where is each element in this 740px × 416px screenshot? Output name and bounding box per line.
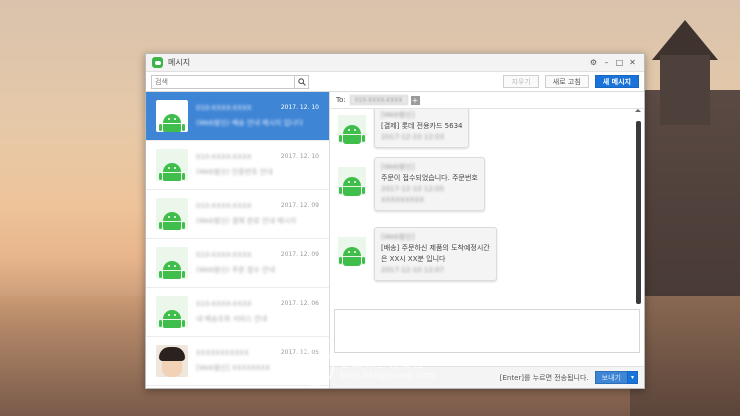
message-bubble[interactable]: [Web발신] [배송] 주문하신 제품의 도착예정시간 은 XX시 XX분 입… <box>374 227 497 281</box>
watermark-url: blog.hangyeong.com <box>340 370 435 381</box>
recipient-bar: To: 010-XXXX-XXXX + <box>330 92 644 109</box>
conversation-preview: (Web발신) 배송 안내 메시지 입니다 <box>196 119 303 127</box>
conversation-preview: (Web발신) 주문 접수 안내 <box>196 266 275 274</box>
watermark-title: 블로그한경닷컴 <box>340 355 425 370</box>
message-line: [결제] 롯데 전용카드 5634 <box>381 122 463 130</box>
conversation-list[interactable]: 010-XXXX-XXXX 2017. 12. 10 (Web발신) 배송 안내… <box>146 92 330 388</box>
add-recipient-button[interactable]: + <box>410 95 420 105</box>
settings-icon[interactable]: ⚙ <box>588 58 599 67</box>
android-icon <box>156 247 188 279</box>
android-icon <box>156 149 188 181</box>
refresh-button[interactable]: 새로 고침 <box>544 75 589 88</box>
conversation-preview: (Web발신) 인증번호 안내 <box>196 168 273 176</box>
conversation-name: 010-XXXX-XXXX <box>196 202 252 210</box>
send-options-chevron-icon[interactable]: ▾ <box>627 371 638 384</box>
message-line: 주문이 접수되었습니다. 주문번호 <box>381 174 478 182</box>
conversation-name: XXXXXXXXXXX <box>196 349 249 357</box>
messages-window: 메시지 ⚙ – □ ✕ 지우기 새로 고침 새 메시지 <box>145 53 645 389</box>
android-icon <box>156 100 188 132</box>
message-row: [Web발신] 주문이 접수되었습니다. 주문번호 2017-12-10 12:… <box>338 157 485 211</box>
message-line: [배송] 주문하신 제품의 도착예정시간 <box>381 244 490 252</box>
watermark: ㅎ 블로그한경닷컴 blog.hangyeong.com <box>296 348 435 386</box>
conversation-name: 010-XXXX-XXXX <box>196 300 252 308</box>
compose-input[interactable] <box>335 310 639 352</box>
window-title: 메시지 <box>168 58 191 67</box>
search-button[interactable] <box>294 75 308 88</box>
to-label: To: <box>336 96 346 104</box>
person-avatar <box>156 345 188 377</box>
background-castle-roof <box>652 20 718 60</box>
android-icon <box>156 296 188 328</box>
message-thread[interactable]: [Web발신] [결제] 롯데 전용카드 5634 2017-12-10 12:… <box>330 109 644 306</box>
send-hint: [Enter]를 누르면 전송됩니다. <box>499 373 589 382</box>
minimize-icon[interactable]: – <box>601 58 612 67</box>
scroll-up-arrow[interactable] <box>635 109 641 112</box>
conversation-preview: (Web발신) 결제 완료 안내 메시지 <box>196 217 297 225</box>
conversation-date: 2017. 12. 09 <box>280 202 319 209</box>
conversation-date: 2017. 12. 06 <box>280 300 319 307</box>
search-icon <box>297 77 306 86</box>
scrollbar[interactable] <box>636 113 641 304</box>
message-bubble[interactable]: [Web발신] 주문이 접수되었습니다. 주문번호 2017-12-10 12:… <box>374 157 485 211</box>
conversation-date: 2017. 12. 09 <box>280 251 319 258</box>
conversation-date: 2017. 12. 10 <box>280 153 319 160</box>
android-icon <box>338 237 366 266</box>
scrollbar-thumb[interactable] <box>636 121 641 304</box>
conversation-date: 2017. 12. 10 <box>280 104 319 111</box>
message-line: 2017-12-10 12:05 <box>381 185 445 193</box>
close-icon[interactable]: ✕ <box>627 58 638 67</box>
message-line: [Web발신] <box>381 163 415 171</box>
conversation-name: 010-XXXX-XXXX <box>196 251 252 259</box>
conversation-item[interactable]: 010-XXXX-XXXX 2017. 12. 09 (Web발신) 주문 접수… <box>146 239 329 288</box>
message-line: 2017-12-10 12:03 <box>381 133 445 141</box>
android-icon <box>338 167 366 196</box>
android-icon <box>338 115 366 144</box>
new-message-button[interactable]: 새 메시지 <box>594 75 639 88</box>
message-line: 2017-12-10 12:07 <box>381 266 445 274</box>
title-bar[interactable]: 메시지 ⚙ – □ ✕ <box>146 54 644 72</box>
search-input[interactable] <box>155 77 294 86</box>
send-button[interactable]: 보내기 <box>594 371 627 384</box>
conversation-name: 010-XXXX-XXXX <box>196 104 252 112</box>
search-box <box>151 74 309 89</box>
maximize-icon[interactable]: □ <box>614 58 625 67</box>
message-line: [Web발신] <box>381 111 415 119</box>
messages-app-icon <box>152 57 163 68</box>
delete-button[interactable]: 지우기 <box>503 75 539 88</box>
conversation-name: 010-XXXX-XXXX <box>196 153 252 161</box>
message-row: [Web발신] [결제] 롯데 전용카드 5634 2017-12-10 12:… <box>338 109 470 148</box>
message-row: [Web발신] [배송] 주문하신 제품의 도착예정시간 은 XX시 XX분 입… <box>338 227 497 281</box>
recipient-chip[interactable]: 010-XXXX-XXXX <box>349 95 408 105</box>
message-line: 은 XX시 XX분 입니다 <box>381 255 446 263</box>
watermark-logo: ㅎ <box>296 348 334 386</box>
thread-pane: To: 010-XXXX-XXXX + [Web발신] [결제] 롯데 전용카드… <box>330 92 644 388</box>
compose-box <box>334 309 640 353</box>
conversation-item[interactable]: 010-XXXX-XXXX 2017. 12. 06 내 배송조회 서비스 안내 <box>146 288 329 337</box>
android-icon <box>156 198 188 230</box>
conversation-item[interactable]: 010-XXXX-XXXX 2017. 12. 10 (Web발신) 인증번호 … <box>146 141 329 190</box>
message-line: [Web발신] <box>381 233 415 241</box>
message-bubble[interactable]: [Web발신] [결제] 롯데 전용카드 5634 2017-12-10 12:… <box>374 109 470 148</box>
conversation-item[interactable]: 010-XXXX-XXXX 2017. 12. 09 (Web발신) 결제 완료… <box>146 190 329 239</box>
toolbar: 지우기 새로 고침 새 메시지 <box>146 72 644 92</box>
conversation-item[interactable]: 010-XXXX-XXXX 2017. 12. 10 (Web발신) 배송 안내… <box>146 92 329 141</box>
background-castle-tower <box>660 55 710 125</box>
conversation-preview: 내 배송조회 서비스 안내 <box>196 315 268 323</box>
window-body: 010-XXXX-XXXX 2017. 12. 10 (Web발신) 배송 안내… <box>146 92 644 388</box>
message-line: XXXXXXXXX <box>381 196 425 204</box>
